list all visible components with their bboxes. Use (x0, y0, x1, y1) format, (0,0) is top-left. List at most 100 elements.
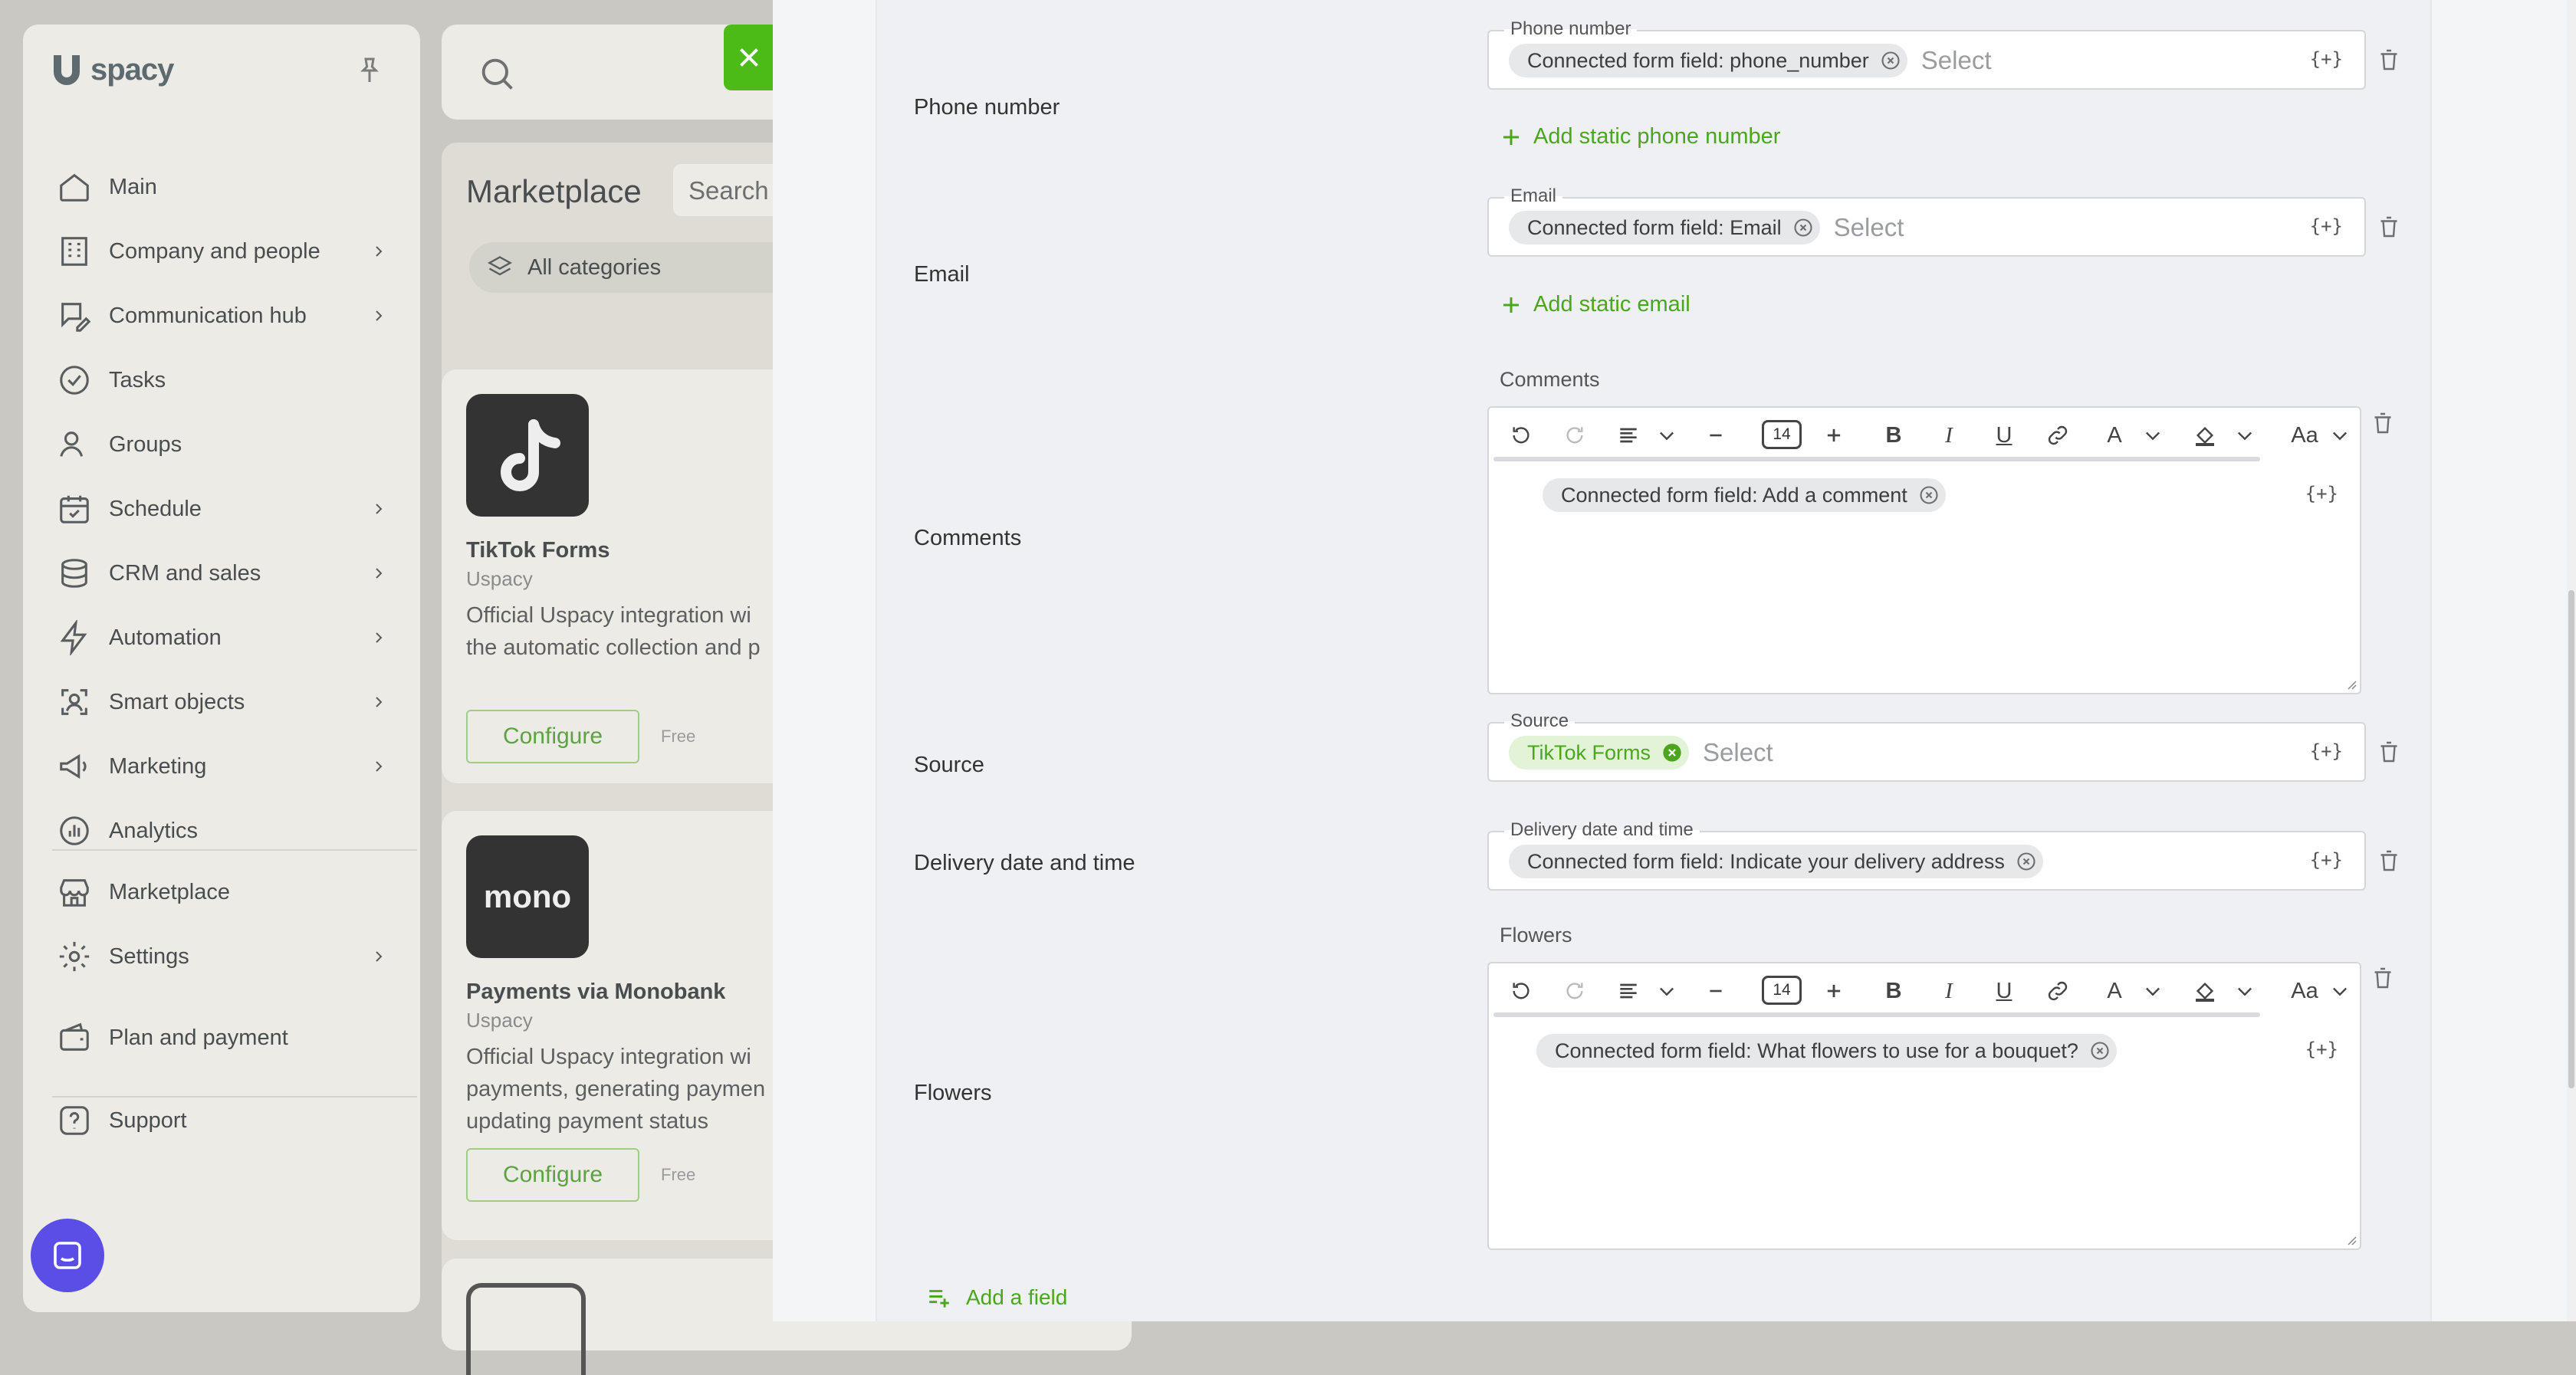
remove-chip-icon[interactable] (1792, 217, 1814, 238)
megaphone-icon (60, 753, 87, 779)
sidebar-item-label: Smart objects (109, 689, 245, 714)
insert-variable-button[interactable]: {+} (2310, 48, 2343, 70)
text-color-button[interactable]: A (2099, 976, 2130, 1006)
sidebar-item-label: Company and people (109, 238, 320, 264)
sidebar-item-settings[interactable]: Settings (57, 934, 402, 980)
delivery-field[interactable]: Delivery date and time Connected form fi… (1487, 819, 2366, 891)
close-panel-button[interactable] (724, 25, 774, 90)
undo-button[interactable] (1506, 976, 1536, 1006)
text-case-button[interactable]: Aa (2283, 420, 2326, 451)
highlight-button[interactable] (2190, 420, 2220, 451)
italic-button[interactable]: I (1934, 420, 1964, 451)
remove-chip-icon[interactable] (1661, 742, 1683, 763)
insert-variable-button[interactable]: {+} (2305, 1039, 2338, 1060)
email-field[interactable]: Email Connected form field: Email Select… (1487, 185, 2366, 257)
logo[interactable]: spacy (48, 51, 174, 89)
text-case-dropdown[interactable] (2325, 976, 2355, 1006)
sidebar-item-analytics[interactable]: Analytics (57, 808, 402, 854)
insert-variable-button[interactable]: {+} (2305, 483, 2338, 504)
sidebar-item-crm-and-sales[interactable]: CRM and sales (57, 550, 402, 596)
resize-handle-icon[interactable] (2344, 678, 2357, 690)
add-static-email-button[interactable]: Add static email (1500, 292, 1691, 317)
sidebar-item-automation[interactable]: Automation (57, 615, 402, 661)
remove-chip-icon[interactable] (2089, 1040, 2111, 1062)
chat-widget-button[interactable] (31, 1219, 104, 1292)
add-static-phone-button[interactable]: Add static phone number (1500, 124, 1780, 149)
sidebar-item-support[interactable]: Support (57, 1098, 402, 1144)
trash-icon[interactable] (2375, 847, 2403, 875)
link-button[interactable] (2042, 976, 2073, 1006)
source-field[interactable]: Source TikTok Forms Select {+} (1487, 710, 2366, 782)
select-placeholder[interactable]: Select (1834, 213, 1904, 242)
underline-button[interactable]: U (1989, 976, 2019, 1006)
sidebar-item-communication-hub[interactable]: Communication hub (57, 293, 402, 339)
highlight-button[interactable] (2190, 976, 2220, 1006)
italic-button[interactable]: I (1934, 976, 1964, 1006)
trash-icon[interactable] (2369, 964, 2397, 992)
add-field-button[interactable]: Add a field (926, 1285, 1067, 1311)
trash-icon[interactable] (2375, 738, 2403, 766)
redo-button[interactable] (1559, 976, 1590, 1006)
configure-button[interactable]: Configure (466, 710, 639, 763)
insert-variable-button[interactable]: {+} (2310, 740, 2343, 762)
flowers-editor[interactable]: 14 B I U A Aa Connected form field: What… (1487, 962, 2361, 1250)
sidebar-item-groups[interactable]: Groups (57, 422, 402, 468)
decrease-font-button[interactable] (1700, 976, 1731, 1006)
align-dropdown[interactable] (1651, 976, 1682, 1006)
editor-content[interactable]: Connected form field: Add a comment (1543, 478, 1946, 512)
editor-content[interactable]: Connected form field: What flowers to us… (1536, 1034, 2117, 1068)
comments-editor[interactable]: 14 B I U A Aa Connected form field: Add … (1487, 406, 2361, 694)
sidebar-item-schedule[interactable]: Schedule (57, 486, 402, 532)
underline-button[interactable]: U (1989, 420, 2019, 451)
sidebar-item-plan-and-payment[interactable]: Plan and payment (57, 1015, 402, 1061)
toolbar-scrollbar[interactable] (1493, 1012, 2260, 1017)
highlight-dropdown[interactable] (2229, 420, 2260, 451)
configure-button[interactable]: Configure (466, 1148, 639, 1202)
sidebar-item-company-and-people[interactable]: Company and people (57, 228, 402, 274)
field-legend: Delivery date and time (1504, 819, 1700, 842)
text-color-button[interactable]: A (2099, 420, 2130, 451)
highlight-dropdown[interactable] (2229, 976, 2260, 1006)
font-size-input[interactable]: 14 (1762, 420, 1802, 449)
select-placeholder[interactable]: Select (1703, 738, 1773, 767)
align-dropdown[interactable] (1651, 420, 1682, 451)
remove-chip-icon[interactable] (2016, 851, 2037, 872)
sidebar-item-main[interactable]: Main (57, 164, 402, 210)
card-vendor: Uspacy (466, 1009, 533, 1032)
decrease-font-button[interactable] (1700, 420, 1731, 451)
text-case-button[interactable]: Aa (2283, 976, 2326, 1006)
align-button[interactable] (1613, 420, 1644, 451)
phone-number-field[interactable]: Phone number Connected form field: phone… (1487, 18, 2366, 90)
undo-icon (1513, 983, 1530, 999)
resize-handle-icon[interactable] (2344, 1233, 2357, 1245)
trash-icon[interactable] (2369, 409, 2397, 437)
sidebar-item-tasks[interactable]: Tasks (57, 357, 402, 403)
undo-button[interactable] (1506, 420, 1536, 451)
bold-button[interactable]: B (1878, 420, 1909, 451)
text-case-dropdown[interactable] (2325, 420, 2355, 451)
insert-variable-button[interactable]: {+} (2310, 849, 2343, 871)
link-button[interactable] (2042, 420, 2073, 451)
increase-font-button[interactable] (1819, 976, 1849, 1006)
sidebar-item-smart-objects[interactable]: Smart objects (57, 679, 402, 725)
scrollbar-thumb[interactable] (2568, 590, 2574, 1088)
remove-chip-icon[interactable] (1880, 50, 1901, 71)
bold-button[interactable]: B (1878, 976, 1909, 1006)
insert-variable-button[interactable]: {+} (2310, 215, 2343, 237)
trash-icon[interactable] (2375, 46, 2403, 74)
connected-field-chip: Connected form field: Indicate your deli… (1509, 845, 2043, 878)
increase-font-button[interactable] (1819, 420, 1849, 451)
card-description: Official Uspacy integration wi payments,… (466, 1045, 766, 1134)
redo-button[interactable] (1559, 420, 1590, 451)
align-button[interactable] (1613, 976, 1644, 1006)
sidebar-item-marketing[interactable]: Marketing (57, 743, 402, 789)
remove-chip-icon[interactable] (1918, 484, 1940, 506)
trash-icon[interactable] (2375, 213, 2403, 241)
sidebar-item-marketplace[interactable]: Marketplace (57, 869, 402, 915)
font-size-input[interactable]: 14 (1762, 976, 1802, 1005)
text-color-dropdown[interactable] (2137, 420, 2168, 451)
text-color-dropdown[interactable] (2137, 976, 2168, 1006)
select-placeholder[interactable]: Select (1921, 46, 1992, 75)
pin-icon[interactable] (354, 55, 385, 86)
toolbar-scrollbar[interactable] (1493, 457, 2260, 461)
